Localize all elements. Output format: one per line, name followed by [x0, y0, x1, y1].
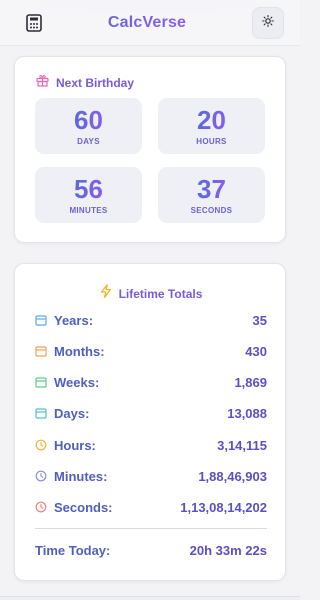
time-today-row: Time Today: 20h 33m 22s [35, 540, 267, 560]
hours-total-value: 3,14,115 [217, 437, 267, 453]
lightning-icon [100, 284, 112, 303]
seconds-value: 37 [197, 174, 226, 204]
minutes-total-value: 1,88,46,903 [198, 468, 267, 484]
hours-label: Hours: [54, 437, 96, 453]
hours-value: 20 [197, 105, 226, 135]
sun-icon [262, 14, 274, 32]
gift-icon [36, 74, 49, 92]
clock-icon [35, 470, 47, 482]
next-birthday-card: Next Birthday 60 DAYS 20 HOURS 56 MINUTE… [14, 56, 286, 243]
theme-toggle-button[interactable] [252, 6, 284, 39]
seconds-row: Seconds: 1,13,08,14,202 [35, 497, 267, 517]
minutes-tile: 56 MINUTES [35, 167, 142, 223]
days-unit: DAYS [77, 137, 100, 146]
years-row: Years: 35 [35, 310, 267, 330]
days-tile: 60 DAYS [35, 98, 142, 154]
years-label: Years: [54, 312, 94, 328]
minutes-label: Minutes: [54, 468, 108, 484]
days-row: Days: 13,088 [35, 403, 267, 423]
seconds-tile: 37 SECONDS [158, 167, 265, 223]
next-birthday-title: Next Birthday [56, 76, 135, 90]
calendar-icon [35, 345, 47, 357]
lifetime-totals-title: Lifetime Totals [118, 286, 203, 301]
days-value: 60 [74, 105, 103, 135]
clock-icon [35, 501, 47, 513]
minutes-value: 56 [74, 174, 103, 204]
months-value: 430 [245, 343, 267, 359]
seconds-label: Seconds: [54, 499, 113, 515]
app-title: CalcVerse [107, 13, 187, 31]
time-today-label: Time Today: [35, 542, 111, 558]
months-label: Months: [54, 343, 105, 359]
calculator-icon[interactable] [26, 13, 42, 32]
hours-unit: HOURS [196, 137, 227, 146]
lifetime-totals-card: Lifetime Totals Years: 35 Months: 430 We… [14, 263, 286, 581]
hours-tile: 20 HOURS [158, 98, 265, 154]
divider [35, 528, 267, 529]
clock-icon [35, 439, 47, 451]
calendar-icon [35, 314, 47, 326]
months-row: Months: 430 [35, 341, 267, 361]
calendar-icon [35, 376, 47, 388]
calendar-icon [35, 407, 47, 419]
days-total-value: 13,088 [227, 405, 267, 421]
weeks-value: 1,869 [234, 374, 267, 390]
hours-row: Hours: 3,14,115 [35, 435, 267, 455]
years-value: 35 [252, 312, 267, 328]
next-birthday-header: Next Birthday [36, 74, 134, 92]
minutes-row: Minutes: 1,88,46,903 [35, 466, 267, 486]
minutes-unit: MINUTES [69, 206, 108, 215]
weeks-row: Weeks: 1,869 [35, 372, 267, 392]
time-today-value: 20h 33m 22s [189, 542, 267, 558]
seconds-total-value: 1,13,08,14,202 [180, 499, 267, 515]
seconds-unit: SECONDS [190, 206, 233, 215]
next-card-edge [0, 596, 300, 600]
lifetime-totals-header: Lifetime Totals [15, 284, 287, 303]
days-label: Days: [54, 405, 90, 421]
top-bar: CalcVerse [0, 0, 300, 46]
weeks-label: Weeks: [54, 374, 100, 390]
